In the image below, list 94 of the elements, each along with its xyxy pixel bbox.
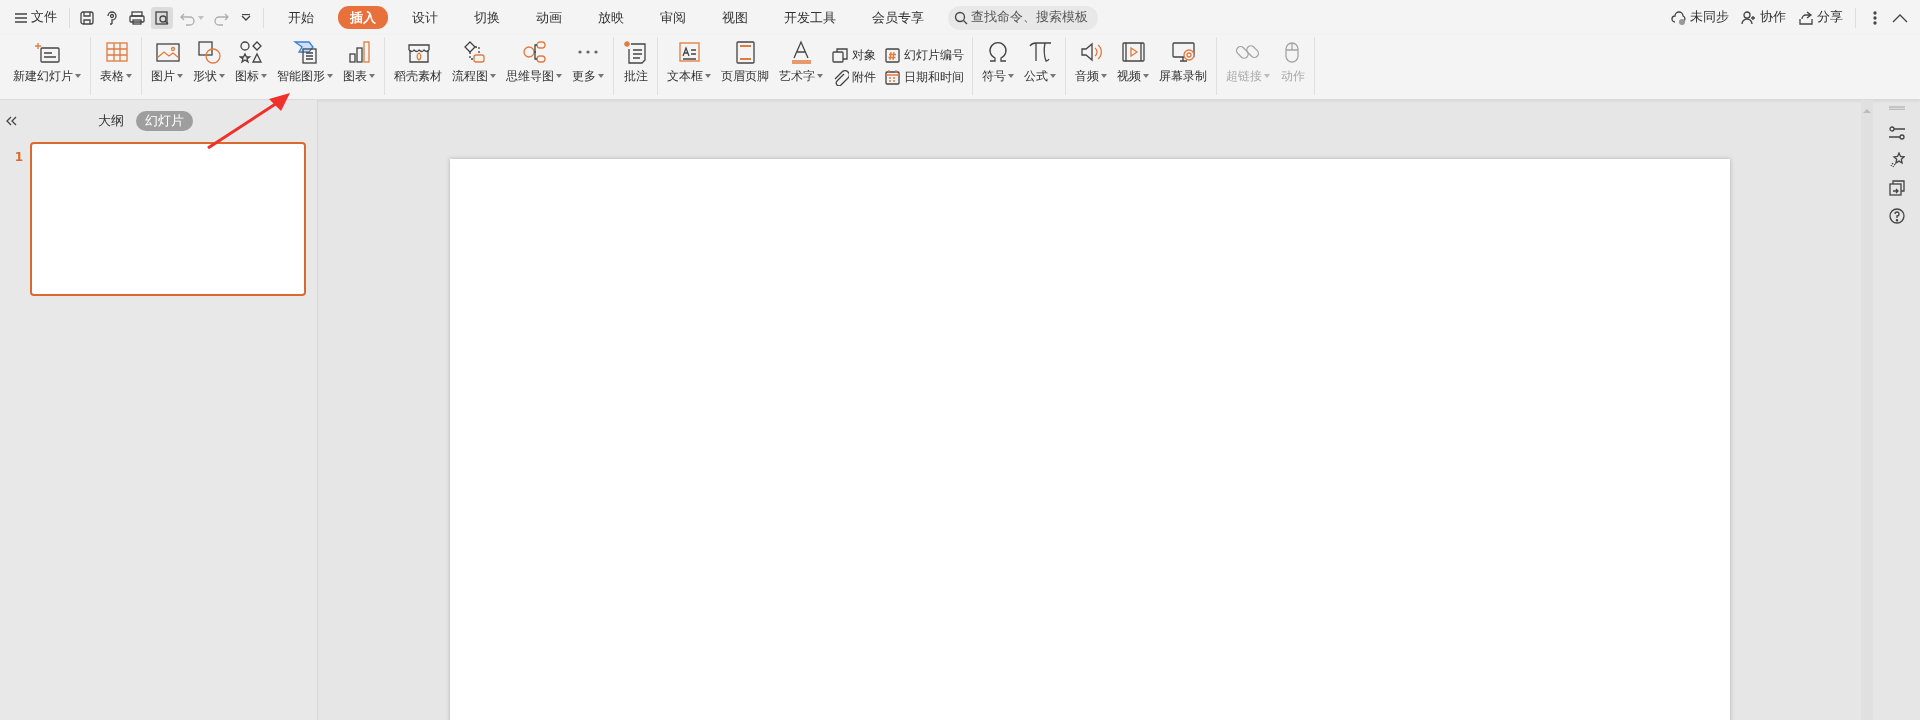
ribbon-tab[interactable]: 动画 [524, 5, 574, 30]
text-box-icon [676, 39, 702, 65]
caret-icon [817, 74, 823, 78]
slide-number: 1 [13, 149, 25, 166]
ribbon-button[interactable]: 表格 [95, 37, 137, 95]
caret-icon [598, 74, 604, 78]
icons-icon [238, 39, 264, 65]
table-icon [103, 39, 129, 65]
ribbon-button[interactable]: 更多 [567, 37, 609, 95]
caret-icon [261, 74, 267, 78]
file-menu[interactable]: 文件 [8, 8, 63, 27]
ribbon-button[interactable]: 屏幕录制 [1154, 37, 1212, 95]
slide-thumbnail[interactable] [30, 142, 306, 296]
ribbon-button[interactable]: 流程图 [447, 37, 501, 95]
more-icon [578, 50, 598, 54]
star-icon[interactable] [1888, 152, 1905, 168]
caret-icon [1050, 74, 1056, 78]
comment-icon [623, 39, 648, 65]
number-icon [884, 46, 901, 64]
screen-record-icon [1170, 39, 1196, 65]
ribbon-tab[interactable]: 设计 [400, 5, 450, 30]
search-field[interactable]: 查找命令、搜索模板 [948, 5, 1099, 30]
caret-icon [1008, 74, 1014, 78]
caret-icon [197, 15, 204, 20]
shapes-icon [196, 39, 222, 65]
caret-icon [705, 74, 711, 78]
collapse-panel-icon[interactable] [6, 116, 19, 126]
ribbon-tab[interactable]: 视图 [710, 5, 760, 30]
ribbon-button[interactable]: 智能图形 [272, 37, 338, 95]
ribbon-button[interactable]: 音频 [1070, 37, 1112, 95]
ribbon-tab[interactable]: 切换 [462, 5, 512, 30]
share-button[interactable]: 分享 [1792, 8, 1849, 27]
more-options-icon[interactable] [1872, 9, 1878, 26]
ribbon-tab[interactable]: 审阅 [648, 5, 698, 30]
caret-icon [177, 74, 183, 78]
video-icon [1120, 39, 1146, 65]
help-icon[interactable] [1888, 208, 1905, 224]
chart-icon [346, 39, 372, 65]
preview-icon [154, 9, 171, 26]
ribbon-button[interactable]: 符号 [977, 37, 1019, 95]
ribbon-button[interactable]: 图表 [338, 37, 380, 95]
caret-icon [1143, 74, 1149, 78]
caret-icon [1264, 74, 1270, 78]
smart-graphic-icon [292, 39, 318, 65]
customize-caret-icon[interactable] [240, 13, 251, 22]
caret-icon [556, 74, 562, 78]
ribbon-button[interactable]: 幻灯片编号 [884, 46, 964, 64]
panel-tab[interactable]: 大纲 [89, 110, 134, 132]
ribbon-tab[interactable]: 放映 [586, 5, 636, 30]
caret-icon [327, 74, 333, 78]
ribbon-button[interactable]: 对象 [832, 46, 876, 64]
caret-icon [126, 74, 132, 78]
ribbon-button[interactable]: 新建幻灯片 [8, 37, 86, 95]
ribbon-button[interactable]: 文本框 [662, 37, 716, 95]
ribbon-tab[interactable]: 会员专享 [860, 5, 936, 30]
scrollbar[interactable] [1861, 100, 1873, 720]
menu-icon [14, 11, 28, 24]
ribbon-button[interactable]: 附件 [832, 68, 876, 86]
ribbon-button[interactable]: 艺术字 [774, 37, 828, 95]
caret-icon [1101, 74, 1107, 78]
ribbon-button[interactable]: 页眉页脚 [716, 37, 774, 95]
ribbon-button[interactable]: 思维导图 [501, 37, 567, 95]
collaborate-button[interactable]: 协作 [1735, 8, 1792, 27]
add-person-icon [1741, 9, 1757, 26]
ribbon-tab[interactable]: 开始 [276, 5, 326, 30]
ribbon-button[interactable]: 图标 [230, 37, 272, 95]
caret-icon [75, 74, 81, 78]
paperclip-icon [832, 68, 849, 86]
collapse-ribbon-icon[interactable] [1892, 12, 1908, 23]
ribbon-button[interactable]: 形状 [188, 37, 230, 95]
object-icon [832, 46, 849, 64]
save-icon [79, 9, 95, 26]
cloud-icon [1671, 9, 1687, 26]
ribbon-button[interactable]: 视频 [1112, 37, 1154, 95]
mind-map-icon [521, 39, 547, 65]
caret-icon [490, 74, 496, 78]
calendar-icon [884, 68, 901, 86]
ribbon-button[interactable]: 批注 [618, 37, 653, 95]
ribbon-tab[interactable]: 开发工具 [772, 5, 848, 30]
printer-icon [129, 9, 146, 26]
ribbon-button[interactable]: 日期和时间 [884, 68, 964, 86]
pi-icon [1027, 39, 1053, 65]
caret-icon [369, 74, 375, 78]
ribbon-button[interactable]: 公式 [1019, 37, 1061, 95]
search-icon [954, 10, 968, 25]
sync-status[interactable]: 未同步 [1665, 8, 1735, 27]
slideshow-icon[interactable] [1888, 180, 1905, 196]
sidebar-handle-icon[interactable] [1888, 106, 1905, 110]
adjust-icon[interactable] [1888, 126, 1905, 140]
preview-button[interactable] [151, 6, 174, 29]
ribbon-button[interactable]: 图片 [146, 37, 188, 95]
ribbon-button[interactable]: 稻壳素材 [389, 37, 447, 95]
caret-icon [219, 74, 225, 78]
share-icon [1798, 9, 1814, 26]
